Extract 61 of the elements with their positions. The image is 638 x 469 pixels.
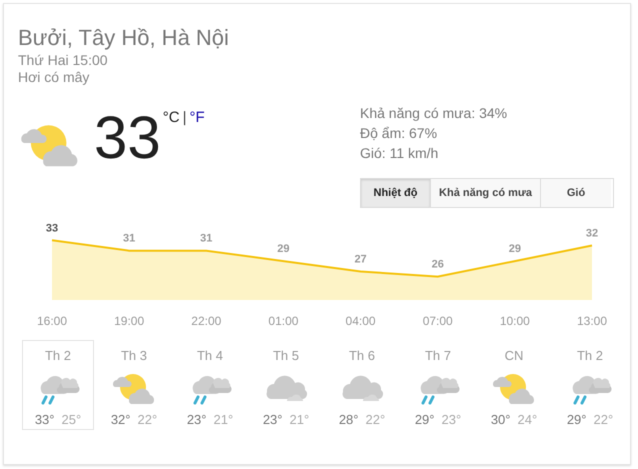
- low-temperature: 25°: [62, 412, 82, 427]
- forecast-day[interactable]: Th 4 23° 21°: [174, 340, 246, 430]
- axis-label: 10:00: [500, 314, 530, 328]
- unit-link[interactable]: °F: [190, 109, 205, 126]
- low-temperature: 23°: [442, 412, 462, 427]
- high-temperature: 29°: [414, 412, 434, 427]
- high-temperature: 28°: [338, 412, 358, 427]
- high-temperature: 29°: [566, 412, 586, 427]
- low-temperature: 22°: [366, 412, 386, 427]
- data-label: 26: [432, 258, 444, 271]
- forecast-day[interactable]: Th 2 33° 25°: [22, 340, 94, 430]
- day-name: Th 2: [44, 348, 71, 363]
- data-label: 27: [354, 253, 367, 266]
- low-temperature: 21°: [290, 412, 310, 427]
- forecast-day[interactable]: Th 5 23° 21°: [250, 340, 322, 430]
- location-title: Bưởi, Tây Hồ, Hà Nội: [18, 24, 230, 52]
- unit-link[interactable]: °C: [162, 109, 180, 126]
- data-label: 29: [508, 243, 521, 256]
- low-temperature: 21°: [214, 412, 234, 427]
- axis-label: 16:00: [36, 314, 68, 328]
- day-name: Th 5: [272, 348, 299, 363]
- chart-tab[interactable]: Khả năng có mưa: [431, 179, 541, 207]
- axis-label: 19:00: [114, 314, 144, 328]
- axis-label: 13:00: [576, 314, 608, 328]
- weather-condition: Hơi có mây: [18, 69, 90, 86]
- data-label: 29: [277, 243, 290, 256]
- data-label: 32: [586, 228, 598, 240]
- forecast-day[interactable]: CN 30° 24°: [478, 340, 550, 430]
- forecast-day[interactable]: Th 7 29° 23°: [402, 340, 474, 430]
- axis-label: 07:00: [422, 314, 453, 328]
- data-label: 31: [123, 232, 136, 245]
- day-name: Th 2: [576, 348, 603, 363]
- high-temperature: 30°: [490, 412, 510, 427]
- weather-detail: Khả năng có mưa: 34%: [360, 104, 508, 123]
- chart-tab[interactable]: Nhiệt độ: [361, 179, 431, 207]
- weather-detail: Độ ẩm: 67%: [360, 124, 438, 143]
- data-label: 31: [200, 232, 212, 245]
- day-name: Th 3: [120, 348, 147, 363]
- forecast-day[interactable]: Th 3 32° 22°: [98, 340, 170, 430]
- high-temperature: 33°: [34, 412, 54, 427]
- day-name: Th 7: [424, 348, 451, 363]
- day-name: Th 6: [348, 348, 375, 363]
- axis-label: 22:00: [191, 314, 222, 328]
- high-temperature: 23°: [262, 412, 282, 427]
- high-temperature: 23°: [186, 412, 206, 427]
- axis-label: 01:00: [268, 314, 298, 328]
- date-time: Thứ Hai 15:00: [18, 52, 109, 69]
- low-temperature: 22°: [594, 412, 614, 427]
- forecast-day[interactable]: Th 2 29° 22°: [554, 340, 626, 430]
- forecast-day[interactable]: Th 6 28° 22°: [326, 340, 398, 430]
- data-label: 33: [46, 222, 58, 234]
- axis-label: 04:00: [346, 314, 376, 328]
- day-name: CN: [504, 348, 524, 363]
- day-name: Th 4: [196, 348, 223, 363]
- chart-tab[interactable]: Gió: [541, 179, 611, 207]
- low-temperature: 24°: [518, 412, 538, 427]
- low-temperature: 22°: [138, 412, 158, 427]
- weather-detail: Gió: 11 km/h: [360, 144, 440, 163]
- unit-separator: |: [182, 109, 186, 126]
- current-temperature: 33: [94, 105, 161, 171]
- high-temperature: 32°: [110, 412, 130, 427]
